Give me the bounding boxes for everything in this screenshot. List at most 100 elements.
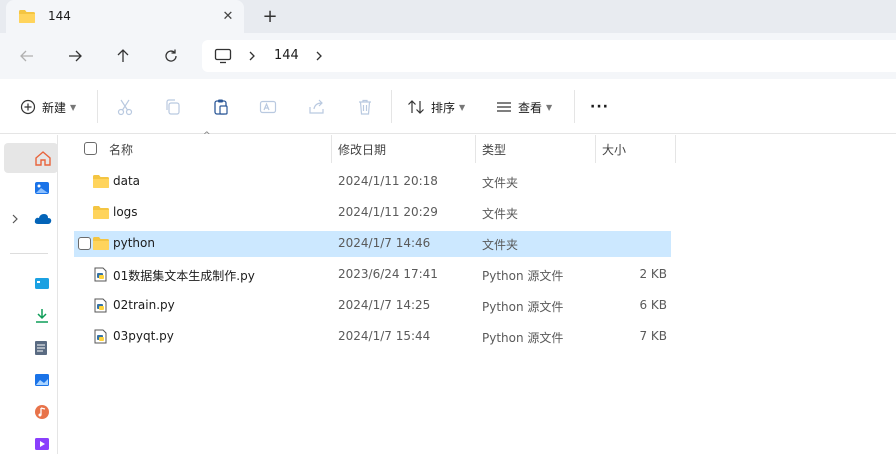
sidebar-item-gallery[interactable]	[0, 173, 58, 203]
arrow-up-icon	[117, 49, 129, 62]
video-icon	[34, 436, 50, 455]
column-divider[interactable]	[595, 135, 596, 163]
breadcrumb-folder[interactable]: 144	[274, 48, 299, 63]
sidebar-item-onedrive[interactable]	[0, 205, 58, 235]
column-divider[interactable]	[331, 135, 332, 163]
folder-icon	[92, 205, 110, 223]
new-button[interactable]: 新建 ▼	[20, 96, 76, 118]
file-type: 文件夹	[482, 176, 519, 190]
file-date: 2024/1/7 14:25	[338, 298, 431, 312]
table-row[interactable]: data 2024/1/11 20:18 文件夹	[74, 169, 671, 195]
copy-icon	[166, 99, 180, 115]
pictures-icon	[34, 372, 50, 391]
file-name: python	[113, 236, 155, 250]
table-row[interactable]: 02train.py 2024/1/7 14:25 Python 源文件 6 K…	[74, 293, 671, 319]
file-name: 02train.py	[113, 298, 175, 312]
sidebar-item-music[interactable]	[0, 397, 58, 427]
chevron-right-icon[interactable]	[314, 49, 324, 66]
sidebar-item-videos[interactable]	[0, 429, 58, 459]
file-size: 7 KB	[639, 329, 667, 343]
table-row[interactable]: 01数据集文本生成制作.py 2023/6/24 17:41 Python 源文…	[74, 262, 671, 288]
table-row[interactable]: 03pyqt.py 2024/1/7 15:44 Python 源文件 7 KB	[74, 324, 671, 350]
column-divider[interactable]	[475, 135, 476, 163]
file-type: 文件夹	[482, 238, 519, 252]
chevron-right-icon[interactable]	[247, 49, 257, 66]
file-size: 6 KB	[639, 298, 667, 312]
file-name: data	[113, 174, 141, 188]
row-checkbox[interactable]	[78, 237, 91, 250]
column-type[interactable]: 类型	[482, 141, 506, 158]
new-tab-button[interactable]: +	[260, 5, 280, 27]
music-icon	[34, 404, 50, 423]
tab-144[interactable]: 144 ✕	[6, 0, 244, 33]
address-bar[interactable]: 144	[202, 40, 896, 72]
sort-button[interactable]: 排序 ▼	[407, 96, 465, 118]
new-label: 新建	[42, 100, 67, 115]
sidebar-item-home[interactable]	[4, 143, 58, 173]
scissors-icon	[117, 99, 133, 116]
chevron-right-icon[interactable]	[10, 213, 20, 228]
column-divider[interactable]	[675, 135, 676, 163]
divider	[574, 90, 575, 123]
file-size: 2 KB	[639, 267, 667, 281]
refresh-button[interactable]	[159, 44, 183, 68]
python-file-icon	[94, 298, 107, 316]
select-all-checkbox[interactable]	[84, 142, 97, 155]
file-date: 2023/6/24 17:41	[338, 267, 438, 281]
view-button[interactable]: 查看 ▼	[496, 96, 552, 118]
file-type: 文件夹	[482, 207, 519, 221]
forward-button[interactable]	[63, 44, 87, 68]
cut-button[interactable]	[116, 96, 134, 118]
divider	[97, 90, 98, 123]
arrow-left-icon	[20, 50, 33, 62]
table-row-selected[interactable]: python 2024/1/7 14:46 文件夹	[74, 231, 671, 257]
file-name: logs	[113, 205, 138, 219]
desktop-icon	[34, 276, 50, 295]
arrow-right-icon	[69, 50, 82, 62]
divider	[391, 90, 392, 123]
rename-icon	[259, 100, 277, 114]
document-icon	[34, 340, 48, 359]
file-date: 2024/1/11 20:29	[338, 205, 438, 219]
up-button[interactable]	[111, 44, 135, 68]
share-button[interactable]	[308, 96, 326, 118]
close-icon: ✕	[222, 8, 234, 24]
folder-icon	[92, 236, 110, 254]
column-size[interactable]: 大小	[602, 141, 626, 158]
column-header-row: ^ 名称 修改日期 类型 大小	[58, 131, 678, 163]
file-name: 03pyqt.py	[113, 329, 174, 343]
close-tab-button[interactable]: ✕	[218, 6, 238, 26]
copy-button[interactable]	[164, 96, 182, 118]
computer-icon[interactable]	[214, 48, 232, 67]
sidebar-item-desktop[interactable]	[0, 269, 58, 299]
clipboard-icon	[214, 99, 228, 115]
navigation-bar: 144	[0, 33, 896, 79]
sidebar-item-downloads[interactable]	[0, 301, 58, 331]
table-row[interactable]: logs 2024/1/11 20:29 文件夹	[74, 200, 671, 226]
plus-icon: +	[262, 5, 278, 27]
back-button[interactable]	[15, 44, 39, 68]
file-type: Python 源文件	[482, 269, 564, 283]
python-file-icon	[94, 267, 107, 285]
view-list-icon	[497, 102, 511, 112]
sidebar-item-documents[interactable]	[0, 333, 58, 363]
rename-button[interactable]	[259, 96, 277, 118]
file-date: 2024/1/7 14:46	[338, 236, 431, 250]
column-name[interactable]: 名称	[109, 141, 133, 158]
trash-icon	[359, 99, 371, 115]
python-file-icon	[94, 329, 107, 347]
cloud-icon	[34, 212, 52, 229]
file-name: 01数据集文本生成制作.py	[113, 269, 255, 283]
delete-button[interactable]	[356, 96, 374, 118]
sort-up-icon: ^	[203, 131, 211, 141]
more-options-button[interactable]: ···	[590, 96, 609, 118]
column-date[interactable]: 修改日期	[338, 141, 386, 158]
sidebar-item-pictures[interactable]	[0, 365, 58, 395]
tab-title: 144	[48, 9, 71, 23]
sort-icon	[408, 100, 424, 114]
more-icon: ···	[590, 99, 609, 115]
home-icon	[34, 150, 52, 169]
paste-button[interactable]	[212, 96, 230, 118]
divider	[10, 253, 48, 254]
chevron-down-icon: ▼	[546, 102, 553, 112]
